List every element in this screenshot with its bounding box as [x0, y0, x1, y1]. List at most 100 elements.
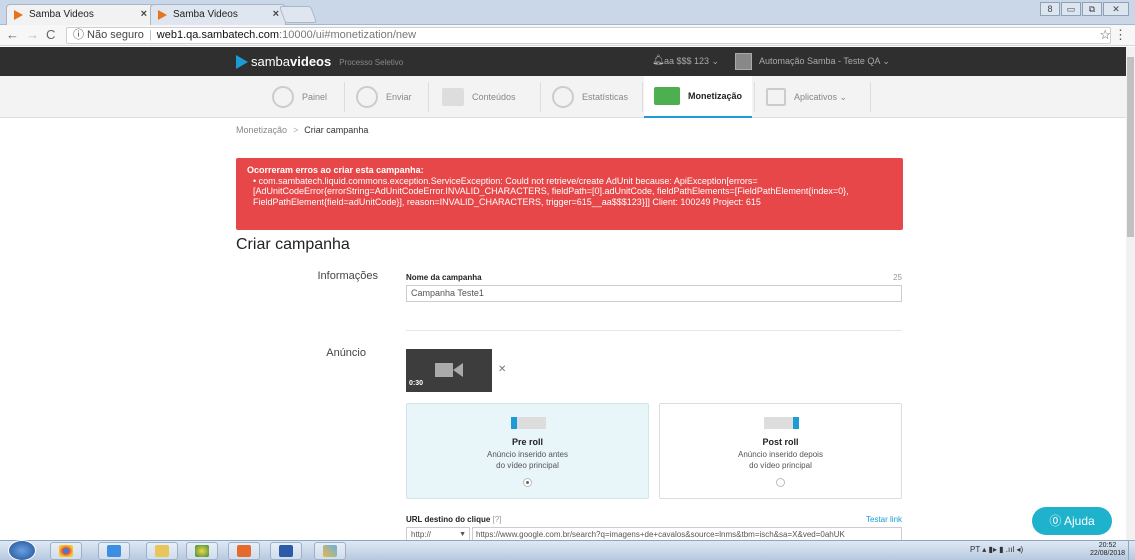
- tab-close-icon[interactable]: ×: [141, 5, 147, 24]
- security-indicator[interactable]: ⓘ Não seguro: [73, 29, 144, 41]
- address-bar-row: ← → C ⓘ Não seguro | web1.qa.sambatech.com…: [0, 25, 1135, 46]
- url-field-label: URL destino do clique [?]: [406, 515, 501, 524]
- taskbar-chrome[interactable]: [50, 542, 82, 560]
- tab-title: Samba Videos: [29, 9, 94, 20]
- option-description-line: Anúncio inserido depois: [738, 450, 823, 459]
- taskbar-word[interactable]: [270, 542, 302, 560]
- campaign-name-label: Nome da campanha: [406, 273, 482, 282]
- help-button[interactable]: ⓪ Ajuda: [1032, 507, 1112, 535]
- user-menu[interactable]: Automação Samba - Teste QA ⌄: [759, 56, 890, 67]
- upload-cloud-icon: [356, 86, 378, 108]
- module-nav: Painel Enviar Conteúdos Estatísticas Mon…: [0, 76, 1135, 118]
- character-counter: 25: [893, 273, 902, 282]
- bell-icon[interactable]: 🔔︎: [652, 55, 665, 66]
- option-title: Post roll: [762, 437, 799, 447]
- url-omnibox[interactable]: ⓘ Não seguro | web1.qa.sambatech.com:10000…: [66, 27, 1111, 44]
- new-tab-button[interactable]: [278, 6, 318, 23]
- reload-icon[interactable]: C: [46, 27, 55, 42]
- postroll-icon: [764, 417, 799, 429]
- browser-tab[interactable]: Samba Videos ×: [150, 4, 286, 25]
- money-icon: [654, 87, 680, 105]
- paint-icon: [323, 545, 337, 557]
- divider: [870, 82, 871, 112]
- divider: [344, 82, 345, 112]
- remove-ad-icon[interactable]: ✕: [498, 364, 506, 375]
- clock-date: 22/08/2018: [1090, 550, 1126, 557]
- show-desktop-button[interactable]: [1128, 541, 1135, 560]
- maximize-button[interactable]: ⧉: [1082, 2, 1102, 16]
- samba-favicon-icon: [14, 10, 23, 20]
- nav-conteudos[interactable]: Conteúdos: [432, 76, 526, 118]
- option-description: Anúncio inserido depois do vídeo princip…: [660, 449, 901, 471]
- forward-arrow-icon[interactable]: →: [26, 27, 39, 42]
- nav-label: Estatísticas: [582, 92, 629, 102]
- taskbar-app[interactable]: [186, 542, 218, 560]
- nav-aplicativos[interactable]: Aplicativos ⌄: [756, 76, 857, 118]
- nav-monetizacao[interactable]: Monetização: [644, 76, 753, 118]
- breadcrumb-parent[interactable]: Monetização: [236, 125, 287, 135]
- nav-label: Monetização: [688, 91, 743, 101]
- samba-favicon-icon: [158, 10, 167, 20]
- option-description: Anúncio inserido antes do vídeo principa…: [407, 449, 648, 471]
- page-scrollbar[interactable]: [1126, 47, 1135, 540]
- user-profile-button[interactable]: 8: [1040, 2, 1060, 16]
- preroll-icon: [511, 417, 546, 429]
- url-host: web1.qa.sambatech.com: [156, 29, 280, 41]
- logo-bold: videos: [290, 54, 332, 69]
- samba-videos-logo[interactable]: samba videos Processo Seletivo: [236, 54, 403, 69]
- section-label-anuncio: Anúncio: [326, 347, 366, 359]
- postroll-option-card[interactable]: Post roll Anúncio inserido depois do víd…: [659, 403, 902, 499]
- ad-video-thumbnail[interactable]: 0:30: [406, 349, 492, 392]
- preroll-radio[interactable]: [523, 478, 532, 487]
- taskbar-paint[interactable]: [314, 542, 346, 560]
- logo-subtitle: Processo Seletivo: [339, 58, 404, 67]
- logo-prefix: samba: [251, 54, 291, 69]
- app-header: samba videos Processo Seletivo 🔔︎ aa $$$ …: [0, 47, 1135, 76]
- screen: { "browser": { "tabs": [ {"title": "Samb…: [0, 0, 1135, 560]
- tab-title: Samba Videos: [173, 9, 238, 20]
- statistics-icon: [552, 86, 574, 108]
- system-tray[interactable]: PT ▴ ▮▸ ▮ .ııl ◂): [970, 545, 1023, 554]
- campaign-name-input[interactable]: Campanha Teste1: [406, 285, 902, 302]
- play-logo-icon: [236, 54, 248, 69]
- os-taskbar: PT ▴ ▮▸ ▮ .ııl ◂) 20:52 22/08/2018: [0, 540, 1135, 560]
- help-link[interactable]: [?]: [493, 515, 502, 524]
- divider: [406, 330, 902, 331]
- option-description-line: do vídeo principal: [496, 461, 559, 470]
- account-selector[interactable]: aa $$$ 123 ⌄: [664, 56, 719, 67]
- divider: [540, 82, 541, 112]
- alert-title: Ocorreram erros ao criar esta campanha:: [247, 165, 424, 175]
- page-title: Criar campanha: [236, 236, 350, 253]
- clock[interactable]: 20:52 22/08/2018: [1090, 542, 1125, 558]
- browser-tab-strip: Samba Videos × Samba Videos × 8 ▭ ⧉ ✕: [0, 0, 1135, 25]
- windows-start-button[interactable]: [8, 540, 36, 560]
- url-path: :10000/ui#monetization/new: [279, 29, 417, 41]
- taskbar-explorer[interactable]: [146, 542, 178, 560]
- option-description-line: Anúncio inserido antes: [487, 450, 568, 459]
- back-arrow-icon[interactable]: ←: [6, 27, 19, 42]
- browser-menu-icon[interactable]: ⋮: [1114, 27, 1127, 43]
- minimize-button[interactable]: ▭: [1061, 2, 1081, 16]
- taskbar-ie[interactable]: [98, 542, 130, 560]
- option-title: Pre roll: [511, 437, 543, 447]
- clock-time: 20:52: [1098, 542, 1117, 549]
- scrollbar-thumb[interactable]: [1127, 57, 1134, 237]
- tab-close-icon[interactable]: ×: [273, 5, 279, 24]
- url-label-text: URL destino do clique: [406, 515, 491, 524]
- close-window-button[interactable]: ✕: [1103, 2, 1129, 16]
- nav-enviar[interactable]: Enviar: [346, 76, 422, 118]
- preroll-option-card[interactable]: Pre roll Anúncio inserido antes do vídeo…: [406, 403, 649, 499]
- section-label-informacoes: Informações: [317, 270, 378, 282]
- avatar[interactable]: [735, 53, 752, 70]
- nav-label: Aplicativos ⌄: [794, 91, 848, 102]
- video-duration: 0:30: [409, 380, 424, 387]
- taskbar-app[interactable]: [228, 542, 260, 560]
- app-icon: [237, 545, 251, 557]
- nav-painel[interactable]: Painel: [262, 76, 337, 118]
- nav-estatisticas[interactable]: Estatísticas: [542, 76, 638, 118]
- test-link[interactable]: Testar link: [866, 515, 902, 524]
- chrome-icon: [59, 545, 73, 557]
- browser-tab-active[interactable]: Samba Videos ×: [6, 4, 154, 25]
- bookmark-star-icon[interactable]: ☆: [1099, 27, 1111, 43]
- postroll-radio[interactable]: [776, 478, 785, 487]
